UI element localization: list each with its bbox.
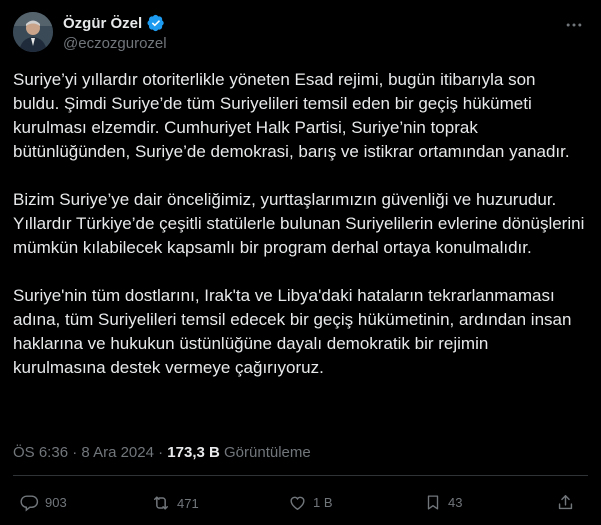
tweet-paragraph: Suriye'nin tüm dostlarını, Irak'ta ve Li… bbox=[13, 286, 572, 377]
meta-separator: · bbox=[72, 444, 78, 461]
share-icon bbox=[558, 495, 573, 510]
tweet-time[interactable]: ÖS 6:36 bbox=[13, 444, 68, 461]
like-button[interactable]: 1 B bbox=[288, 493, 333, 512]
avatar[interactable] bbox=[13, 12, 53, 52]
bookmark-icon bbox=[427, 495, 439, 510]
views-count: 173,3 B bbox=[167, 444, 220, 461]
reply-icon bbox=[20, 495, 39, 512]
divider bbox=[13, 475, 588, 476]
more-icon[interactable] bbox=[563, 14, 585, 36]
tweet-paragraph: Suriye’yi yıllardır otoriterlikle yönete… bbox=[13, 70, 570, 161]
repost-button[interactable]: 471 bbox=[151, 493, 199, 513]
reply-count: 903 bbox=[45, 495, 67, 510]
like-count: 1 B bbox=[313, 495, 333, 510]
tweet-date[interactable]: 8 Ara 2024 bbox=[81, 444, 154, 461]
repost-icon bbox=[154, 496, 168, 510]
author-handle[interactable]: @eczozgurozel bbox=[63, 35, 167, 52]
like-icon bbox=[290, 496, 305, 511]
share-button[interactable] bbox=[556, 493, 575, 512]
tweet-paragraph: Bizim Suriye’ye dair önceliğimiz, yurtta… bbox=[13, 190, 585, 257]
views-label: Görüntüleme bbox=[224, 444, 311, 461]
meta-separator: · bbox=[158, 444, 164, 461]
reply-button[interactable]: 903 bbox=[20, 493, 67, 512]
avatar-image bbox=[13, 12, 53, 52]
author-name[interactable]: Özgür Özel bbox=[63, 15, 142, 32]
tweet-meta: ÖS 6:36 · 8 Ara 2024 · 173,3 B Görüntüle… bbox=[13, 444, 311, 461]
repost-count: 471 bbox=[177, 495, 199, 511]
tweet-text: Suriye’yi yıllardır otoriterlikle yönete… bbox=[13, 68, 585, 380]
bookmark-button[interactable]: 43 bbox=[424, 493, 462, 512]
verified-badge-icon[interactable] bbox=[147, 14, 165, 32]
bookmark-count: 43 bbox=[448, 495, 463, 510]
